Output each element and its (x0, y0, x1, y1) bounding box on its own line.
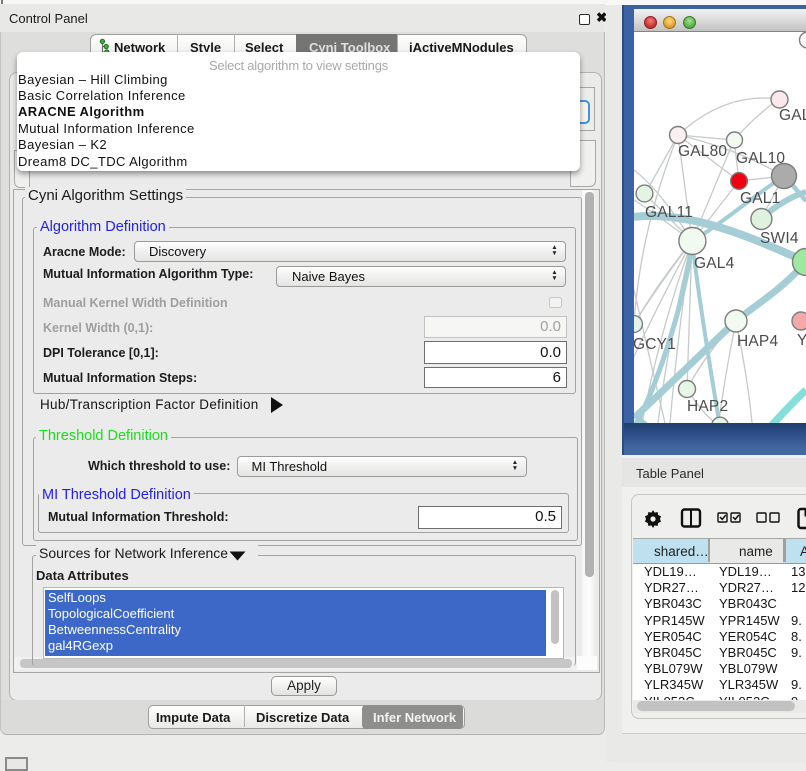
svg-text:GAL11: GAL11 (645, 204, 693, 221)
svg-text:Y: Y (797, 332, 806, 349)
svg-text:GCY1: GCY1 (634, 336, 676, 353)
svg-text:GAL7: GAL7 (779, 107, 806, 124)
svg-text:GAL10: GAL10 (736, 150, 785, 167)
svg-text:HAP4: HAP4 (737, 333, 778, 350)
svg-text:GAL1: GAL1 (740, 190, 780, 207)
svg-text:SWI4: SWI4 (760, 230, 799, 247)
svg-text:GAL4: GAL4 (694, 255, 735, 272)
svg-text:GAL80: GAL80 (678, 143, 727, 160)
svg-text:HAP2: HAP2 (687, 398, 728, 415)
